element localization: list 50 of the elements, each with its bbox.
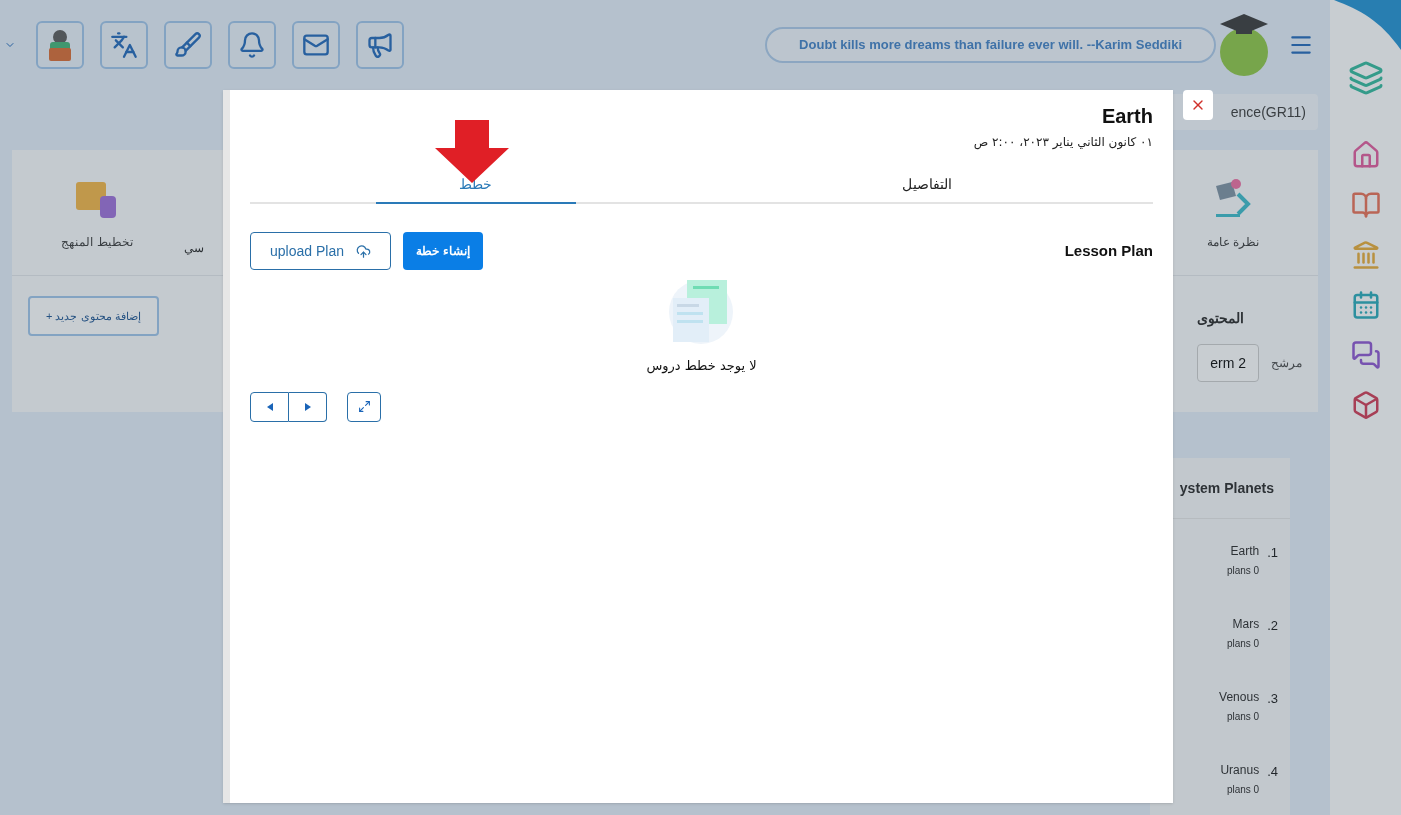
home-icon[interactable] bbox=[1350, 140, 1381, 170]
create-plan-button[interactable]: إنشاء خطة bbox=[403, 232, 483, 270]
date-text: ٠١ كانون الثاني يناير ٢٠٢٣، ٢:٠٠ ص bbox=[972, 134, 1153, 150]
book-icon[interactable] bbox=[1350, 190, 1381, 220]
empty-message: لا يوجد خطط دروس bbox=[646, 357, 757, 376]
quote-banner: Doubt kills more dreams than failure ever will. --Karim Seddiki bbox=[765, 27, 1216, 63]
card-label: تخطيط المنهج bbox=[61, 233, 133, 250]
planet-name[interactable]: Venous bbox=[1219, 689, 1260, 705]
announcements-button[interactable] bbox=[356, 21, 404, 69]
item-number: 1. bbox=[1267, 544, 1278, 562]
section-title: Lesson Plan bbox=[1064, 240, 1153, 261]
fullscreen-button[interactable] bbox=[347, 391, 381, 422]
filter-select[interactable]: erm 2 bbox=[1197, 344, 1259, 382]
plans-count: plans 0 bbox=[1226, 637, 1260, 651]
planet-name[interactable]: Earth bbox=[1230, 543, 1260, 559]
notifications-button[interactable] bbox=[228, 21, 276, 69]
item-number: 3. bbox=[1267, 690, 1278, 708]
teacher-icon-button[interactable] bbox=[36, 21, 84, 69]
planet-name[interactable]: Uranus bbox=[1220, 762, 1260, 778]
plans-count: plans 0 bbox=[1226, 783, 1260, 797]
planet-name[interactable]: Mars bbox=[1232, 616, 1260, 632]
layers-icon[interactable] bbox=[1347, 60, 1384, 96]
next-button[interactable] bbox=[289, 391, 327, 422]
tab[interactable]: التفاصيل bbox=[827, 174, 1028, 202]
messages-button[interactable] bbox=[292, 21, 340, 69]
previous-button[interactable] bbox=[250, 391, 289, 422]
card-label: نظرة عامة bbox=[1206, 233, 1260, 250]
filter-label: مرشح bbox=[1271, 355, 1302, 371]
bell-icon bbox=[238, 31, 266, 59]
expand-icon bbox=[357, 400, 371, 413]
translate-button[interactable] bbox=[100, 21, 148, 69]
calendar-icon[interactable] bbox=[1350, 290, 1381, 320]
content-title: المحتوى bbox=[1197, 309, 1245, 328]
upload-icon bbox=[355, 243, 371, 259]
item-number: 4. bbox=[1267, 763, 1278, 781]
brush-icon bbox=[174, 31, 202, 59]
translate-icon bbox=[110, 31, 138, 59]
megaphone-icon bbox=[366, 31, 394, 59]
brush-button[interactable] bbox=[164, 21, 212, 69]
plans-count: plans 0 bbox=[1226, 710, 1260, 724]
chat-icon[interactable] bbox=[1350, 340, 1381, 370]
add-content-button[interactable]: + إضافة محتوى جديد bbox=[28, 296, 159, 336]
right-triangle-icon bbox=[304, 402, 311, 411]
left-triangle-icon bbox=[266, 402, 273, 411]
card-label: سي bbox=[184, 239, 204, 256]
item-number: 2. bbox=[1267, 617, 1278, 635]
upload-button[interactable]: upload Plan bbox=[250, 232, 391, 270]
close-button[interactable] bbox=[1183, 90, 1213, 120]
plans-count: plans 0 bbox=[1226, 564, 1260, 578]
dialog-title: Earth bbox=[1100, 104, 1153, 129]
